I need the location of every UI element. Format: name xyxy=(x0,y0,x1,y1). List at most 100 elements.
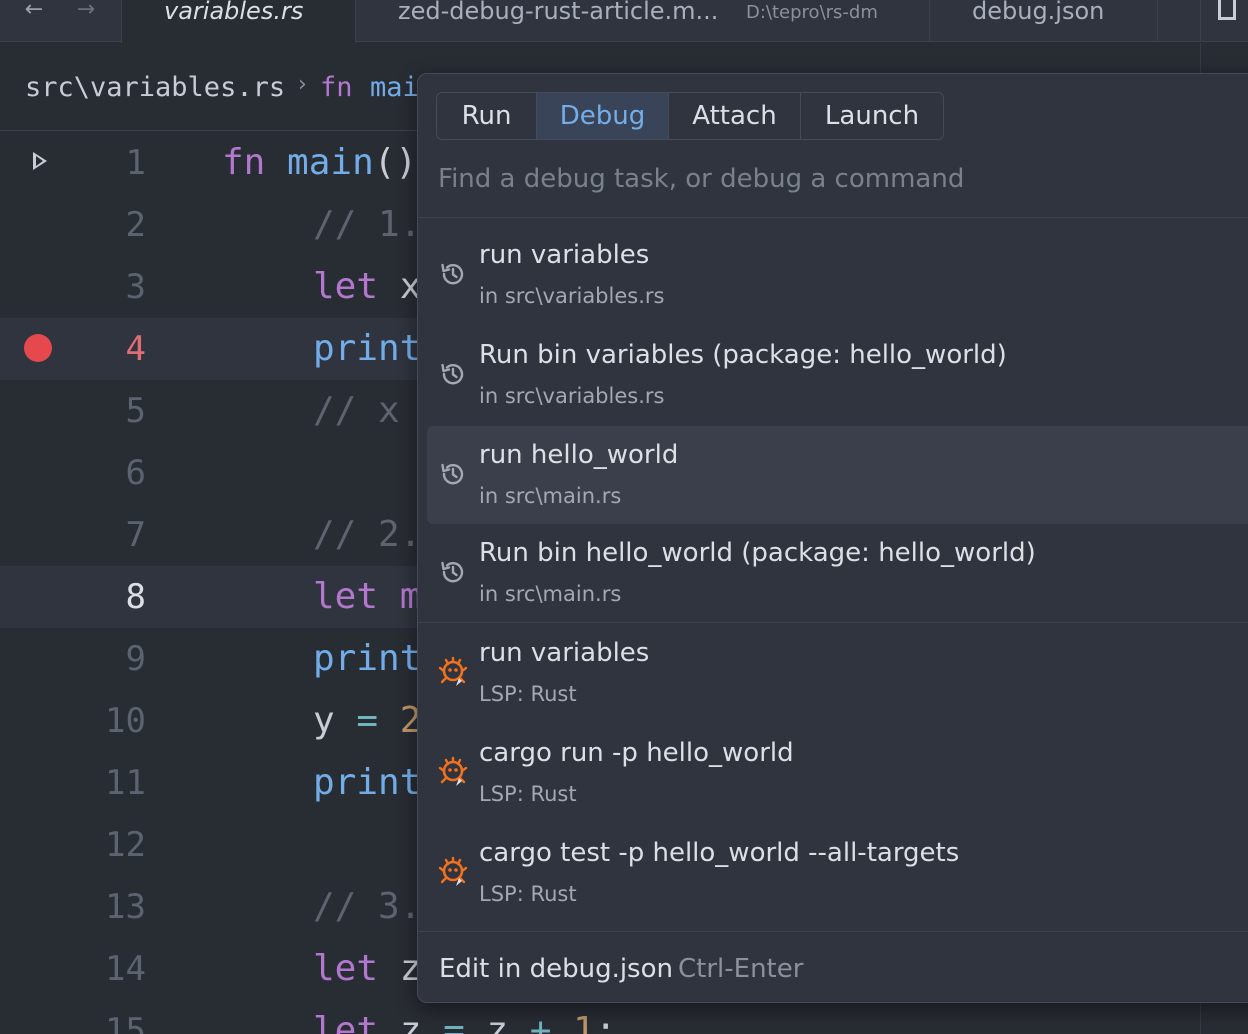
line-number: 4 xyxy=(125,329,146,369)
code-token: = xyxy=(421,1010,487,1034)
keyboard-shortcut: Ctrl-Enter xyxy=(678,954,804,984)
tab-bar: ← → variables.rs zed-debug-rust-article.… xyxy=(0,0,1248,43)
debug-task-item[interactable]: cargo run -p hello_world LSP: Rust xyxy=(427,724,1248,822)
debug-task-picker: Run Debug Attach Launch run variables in… xyxy=(417,73,1248,1003)
line-number: 3 xyxy=(125,267,146,307)
code-token: print xyxy=(313,638,422,679)
breadcrumb-fn-name[interactable]: mai xyxy=(370,72,419,103)
code-token: ; xyxy=(594,1010,617,1034)
line-number: 9 xyxy=(125,639,146,679)
task-title: run hello_world xyxy=(479,440,679,470)
tab-path: D:\tepro\rs-dm xyxy=(746,2,878,23)
task-subtitle: in src\variables.rs xyxy=(479,284,665,308)
code-token: fn xyxy=(222,142,266,183)
debug-task-item[interactable]: run variables LSP: Rust xyxy=(427,624,1248,722)
line-number: 13 xyxy=(105,887,146,927)
task-subtitle: in src\main.rs xyxy=(479,484,622,508)
task-subtitle: LSP: Rust xyxy=(479,782,577,806)
line-number: 1 xyxy=(125,143,146,183)
task-title: run variables xyxy=(479,638,650,668)
breadcrumb-separator: › xyxy=(298,72,307,97)
code-token: () xyxy=(373,142,418,183)
forward-arrow-icon[interactable]: → xyxy=(66,0,106,24)
code-token: // 3. xyxy=(313,886,422,927)
line-number: 8 xyxy=(125,577,146,617)
code-token: let xyxy=(313,266,379,307)
tab-label: zed-debug-rust-article.m... xyxy=(398,0,719,25)
task-title: Run bin hello_world (package: hello_worl… xyxy=(479,538,1036,568)
code-token: print xyxy=(313,762,422,803)
code-token: 1 xyxy=(573,1010,595,1034)
breadcrumb-fn-keyword[interactable]: fn xyxy=(320,72,353,103)
history-icon xyxy=(441,363,464,385)
line-number: 6 xyxy=(125,453,146,493)
tab-variables-rs[interactable]: variables.rs xyxy=(121,0,356,43)
back-arrow-icon[interactable]: ← xyxy=(14,0,54,24)
debug-task-item-hovered[interactable]: run hello_world in src\main.rs xyxy=(427,426,1248,524)
history-icon xyxy=(441,263,464,285)
rust-lsp-icon xyxy=(438,756,468,786)
task-subtitle: LSP: Rust xyxy=(479,682,577,706)
rust-lsp-icon xyxy=(438,856,468,886)
code-token: main xyxy=(287,142,374,183)
code-token: z xyxy=(378,1010,422,1034)
code-token: let xyxy=(313,576,379,617)
tab-attach[interactable]: Attach xyxy=(669,93,801,139)
divider xyxy=(418,622,1248,623)
code-token: + xyxy=(508,1010,574,1034)
history-icon xyxy=(441,561,464,583)
code-token: let xyxy=(313,948,379,989)
divider xyxy=(418,217,1248,218)
debug-task-item[interactable]: run variables in src\variables.rs xyxy=(427,226,1248,324)
code-token: z xyxy=(378,948,422,989)
code-token: // 1. xyxy=(313,204,422,245)
code-token: // x xyxy=(313,390,400,431)
debug-task-item[interactable]: Run bin hello_world (package: hello_worl… xyxy=(427,524,1248,622)
task-title: run variables xyxy=(479,240,650,270)
line-number: 15 xyxy=(105,1011,146,1034)
line-number: 11 xyxy=(105,763,146,803)
history-icon xyxy=(441,463,464,485)
tab-debug[interactable]: Debug xyxy=(537,93,669,139)
code-token: let xyxy=(313,1010,379,1034)
code-token: = xyxy=(334,700,400,741)
code-token: z xyxy=(486,1010,509,1034)
code-token: print xyxy=(313,328,422,369)
debug-task-search-input[interactable] xyxy=(438,154,1238,204)
rust-lsp-icon xyxy=(438,656,468,686)
line-number: 5 xyxy=(125,391,146,431)
zed-editor-window: ← → variables.rs zed-debug-rust-article.… xyxy=(0,0,1248,1034)
line-number: 10 xyxy=(105,701,146,741)
code-token: x xyxy=(378,266,422,307)
split-pane-icon[interactable] xyxy=(1218,0,1236,20)
tab-zed-debug-article[interactable]: zed-debug-rust-article.m... D:\tepro\rs-… xyxy=(356,0,930,42)
task-title: cargo test -p hello_world --all-targets xyxy=(479,838,960,868)
line-number: 2 xyxy=(125,205,146,245)
task-subtitle: in src\variables.rs xyxy=(479,384,665,408)
divider xyxy=(418,931,1248,932)
line-number: 12 xyxy=(105,825,146,865)
task-title: cargo run -p hello_world xyxy=(479,738,794,768)
tab-run[interactable]: Run xyxy=(437,93,537,139)
code-token: m xyxy=(378,576,422,617)
tab-label: debug.json xyxy=(972,0,1105,25)
line-number: 14 xyxy=(105,949,146,989)
debug-task-item[interactable]: cargo test -p hello_world --all-targets … xyxy=(427,824,1248,922)
tab-launch[interactable]: Launch xyxy=(801,93,943,139)
breakpoint-icon[interactable] xyxy=(24,334,52,362)
task-subtitle: in src\main.rs xyxy=(479,582,622,606)
code-token: y xyxy=(313,700,335,741)
breadcrumb-file[interactable]: src\variables.rs xyxy=(25,72,285,103)
run-icon[interactable] xyxy=(33,152,47,170)
tab-label: variables.rs xyxy=(164,0,304,25)
task-subtitle: LSP: Rust xyxy=(479,882,577,906)
task-title: Run bin variables (package: hello_world) xyxy=(479,340,1007,370)
tabbar-divider xyxy=(1200,0,1201,42)
code-line: 15 let z = z + 1; xyxy=(0,1000,1200,1034)
debug-task-item[interactable]: Run bin variables (package: hello_world)… xyxy=(427,326,1248,424)
edit-debug-json-button[interactable]: Edit in debug.json xyxy=(439,954,673,984)
tab-debug-json[interactable]: debug.json xyxy=(930,0,1158,42)
line-number: 7 xyxy=(125,515,146,555)
mode-tabs: Run Debug Attach Launch xyxy=(436,92,944,140)
code-token: // 2. xyxy=(313,514,422,555)
